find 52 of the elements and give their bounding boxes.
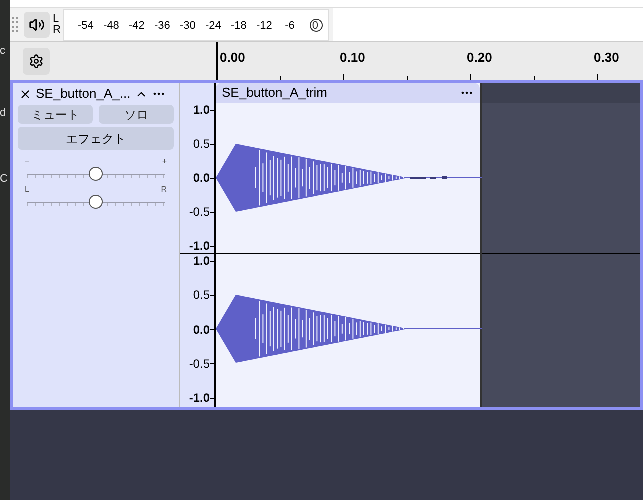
ruler-label: 0.20 [467,51,492,65]
audio-clip[interactable]: SE_button_A_trim [216,83,482,407]
amplitude-label: 0.0 [193,322,210,336]
slider-track[interactable] [27,195,165,209]
amplitude-label: -0.5 [189,356,210,371]
meter-scale-label: -42 [129,20,145,32]
channel-label: R [53,24,61,36]
meter-scale-label: -12 [256,20,272,32]
track-name: SE_button_A_... [36,85,131,104]
track-toggle-button[interactable]: ソロ [99,105,174,124]
amplitude-label: 0.0 [193,171,210,185]
slider-min-label: L [25,185,30,195]
meter-scale-label: -24 [206,20,222,32]
ruler-label: 0.10 [340,51,366,65]
clip-header[interactable]: SE_button_A_trim [216,83,480,103]
settings-icon [29,54,44,68]
track-toggle-button[interactable]: ミュート [18,105,93,124]
settings-button[interactable] [23,48,50,74]
slider-max-label: + [162,157,167,167]
meter-slider-thumb[interactable] [310,18,324,32]
level-meter[interactable]: -54 -48 -42 -36 -30 -24 -18 -12 -6 0 [62,8,329,40]
grip-icon[interactable] [12,16,18,32]
speaker-button[interactable] [24,12,50,38]
ruler-label: 0.30 [594,51,620,65]
slider-track[interactable] [27,167,165,181]
channel-label: L [53,14,60,24]
edge-label: c [0,44,6,58]
meter-scale-label: -6 [285,20,295,32]
amplitude-label: -1.0 [189,391,210,405]
ruler-label: 0.00 [220,51,246,65]
meter-scale-label: -18 [231,20,247,32]
slider-min-label: − [25,157,30,167]
edge-label: C [0,172,9,186]
amplitude-label: 1.0 [193,103,210,117]
slider-thumb[interactable] [89,167,103,181]
meter-scale-label: -30 [180,20,196,32]
meter-scale-label: -36 [154,20,170,32]
edge-label: d [0,106,8,120]
meter-scale-label: -54 [78,20,94,32]
clip-title: SE_button_A_trim [222,84,328,102]
slider-thumb[interactable] [89,195,103,209]
meter-scale-label: -48 [104,20,120,32]
meter-scale-label: 0 [312,20,319,32]
amplitude-label: 1.0 [193,254,210,268]
amplitude-label: 0.5 [193,288,210,302]
amplitude-label: 0.5 [193,137,210,151]
amplitude-label: -1.0 [189,239,210,253]
close-icon[interactable] [19,88,32,100]
amplitude-label: -0.5 [189,205,210,219]
slider-max-label: R [161,185,167,195]
speaker-icon [29,16,45,32]
effects-button[interactable]: エフェクト [18,127,174,150]
